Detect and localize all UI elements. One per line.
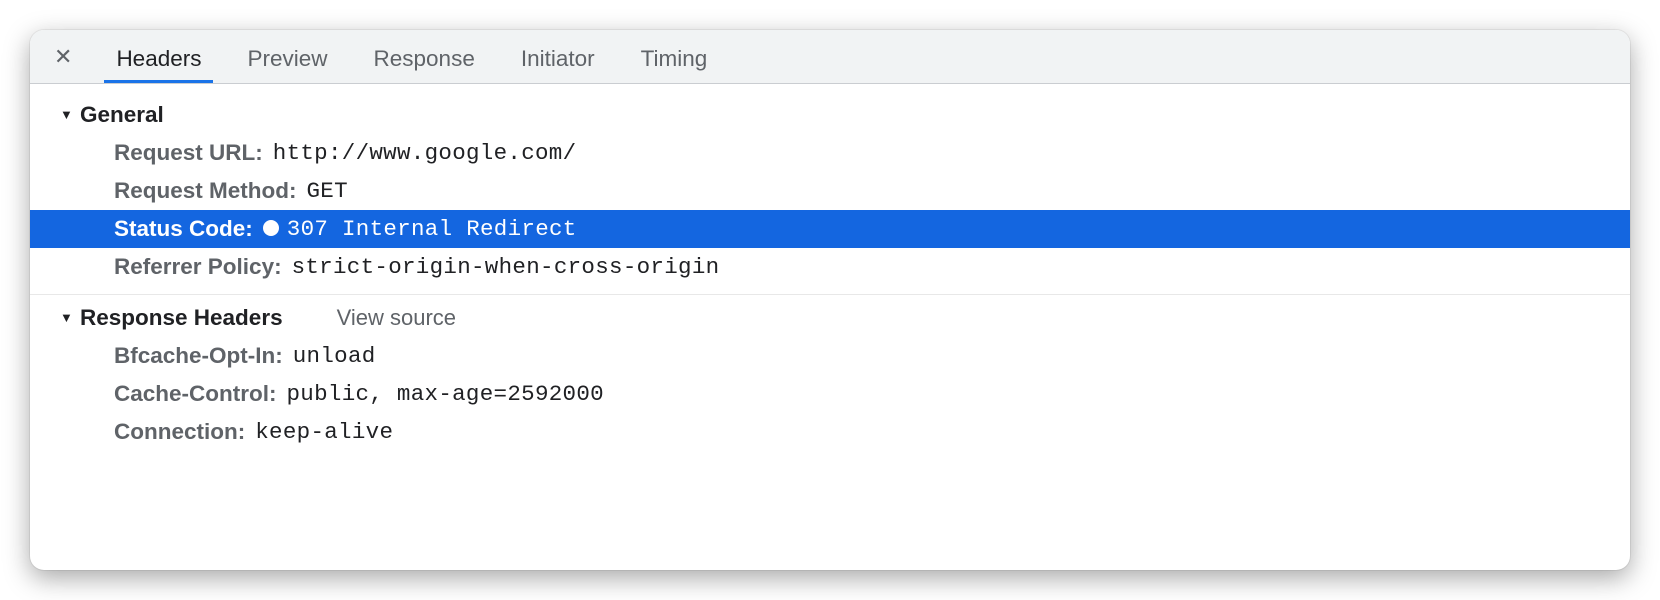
close-icon[interactable]: ✕	[42, 46, 82, 68]
value: public, max-age=2592000	[287, 381, 604, 407]
row-bfcache-opt-in[interactable]: Bfcache-Opt-In: unload	[30, 337, 1630, 375]
tab-response[interactable]: Response	[362, 32, 487, 82]
section-response-headers-header[interactable]: ▼ Response Headers View source	[30, 294, 1630, 337]
value: http://www.google.com/	[273, 140, 577, 166]
value: keep-alive	[255, 419, 393, 445]
tab-timing[interactable]: Timing	[629, 32, 720, 82]
label: Status Code:	[114, 216, 253, 242]
section-title: General	[80, 102, 164, 128]
value: strict-origin-when-cross-origin	[292, 254, 720, 280]
tabs-bar: ✕ Headers Preview Response Initiator Tim…	[30, 30, 1630, 84]
tab-preview[interactable]: Preview	[235, 32, 339, 82]
tab-initiator[interactable]: Initiator	[509, 32, 607, 82]
row-cache-control[interactable]: Cache-Control: public, max-age=2592000	[30, 375, 1630, 413]
value: 307 Internal Redirect	[263, 216, 577, 242]
section-title: Response Headers	[80, 305, 283, 331]
row-request-method[interactable]: Request Method: GET	[30, 172, 1630, 210]
row-referrer-policy[interactable]: Referrer Policy: strict-origin-when-cros…	[30, 248, 1630, 286]
view-source-link[interactable]: View source	[337, 305, 456, 331]
label: Connection:	[114, 419, 245, 445]
tab-headers[interactable]: Headers	[104, 32, 213, 82]
section-general-header[interactable]: ▼ General	[30, 96, 1630, 134]
status-code-text: 307 Internal Redirect	[287, 216, 577, 242]
label: Request URL:	[114, 140, 263, 166]
status-dot-icon	[263, 220, 279, 236]
network-headers-panel: ✕ Headers Preview Response Initiator Tim…	[30, 30, 1630, 570]
value: GET	[307, 178, 348, 204]
row-connection[interactable]: Connection: keep-alive	[30, 413, 1630, 451]
label: Request Method:	[114, 178, 297, 204]
label: Referrer Policy:	[114, 254, 282, 280]
value: unload	[293, 343, 376, 369]
disclosure-triangle-icon: ▼	[60, 310, 74, 325]
headers-content: ▼ General Request URL: http://www.google…	[30, 84, 1630, 451]
row-status-code[interactable]: Status Code: 307 Internal Redirect	[30, 210, 1630, 248]
label: Cache-Control:	[114, 381, 277, 407]
label: Bfcache-Opt-In:	[114, 343, 283, 369]
row-request-url[interactable]: Request URL: http://www.google.com/	[30, 134, 1630, 172]
disclosure-triangle-icon: ▼	[60, 107, 74, 122]
